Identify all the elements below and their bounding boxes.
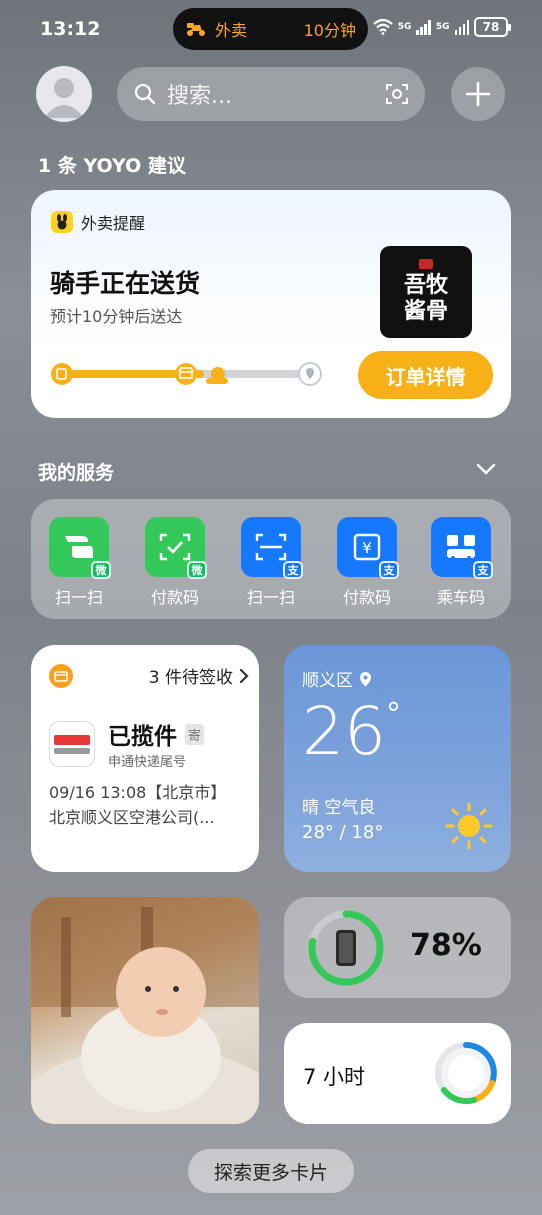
delivery-app-header: 外卖提醒 — [51, 210, 145, 234]
screen-time-label: 7 小时 — [303, 1065, 366, 1089]
parcel-status: 已揽件 寄 — [108, 717, 205, 751]
chevron-right-icon[interactable] — [239, 668, 249, 684]
battery-widget[interactable]: 78% — [284, 897, 511, 998]
island-eta: 10分钟 — [303, 21, 356, 40]
service-tile: 微 — [49, 517, 111, 579]
battery-level: 78 — [482, 20, 500, 34]
plus-icon — [465, 81, 491, 107]
delivery-card[interactable]: 外卖提醒 骑手正在送货 预计10分钟后送达 吾牧酱骨 订单详情 — [31, 190, 511, 418]
service-tile: ¥ 支 — [337, 517, 399, 579]
scan-icon[interactable] — [385, 82, 409, 106]
service-tile: 微 — [145, 517, 207, 579]
signal-icon — [454, 19, 469, 35]
scooter-icon — [187, 23, 205, 36]
battery-ring — [308, 910, 384, 986]
chevron-down-icon[interactable] — [476, 462, 496, 476]
weather-location-name: 顺义区 — [302, 671, 353, 691]
weather-temperature: 26 — [302, 693, 386, 770]
network-label-2: 5G — [435, 21, 450, 32]
explore-more-cards-button[interactable]: 探索更多卡片 — [188, 1149, 354, 1193]
kangaroo-icon — [51, 211, 73, 233]
shop-badge-icon — [419, 259, 433, 269]
delivery-progress — [51, 362, 322, 386]
parcel-pending-count: 3 件待签收 — [148, 668, 233, 688]
wechat-pay-icon — [159, 533, 191, 561]
service-label: 扫一扫 — [246, 588, 295, 607]
shop-logo: 吾牧酱骨 — [380, 246, 472, 338]
parcel-carrier: 申通快递尾号 — [108, 755, 187, 770]
shop-name: 吾牧酱骨 — [403, 273, 448, 324]
search-bar[interactable]: 搜索... — [117, 67, 425, 121]
service-tile: 支 — [431, 517, 493, 579]
wechat-scan-icon — [65, 536, 93, 558]
service-alipay-pay[interactable]: ¥ 支 付款码 — [327, 517, 407, 608]
weather-condition: 晴 空气良 — [302, 798, 376, 818]
status-icons: 5G 5G 78 — [372, 17, 511, 37]
baby-photo — [31, 897, 259, 1124]
svg-text:¥: ¥ — [362, 539, 372, 557]
services-title: 我的服务 — [38, 462, 115, 484]
screen-time-ring-icon — [435, 1042, 497, 1105]
status-time: 13:12 — [40, 18, 101, 40]
suggestion-header: 1 条 YOYO 建议 — [38, 155, 186, 177]
battery-percent: 78% — [410, 928, 482, 963]
sun-icon — [445, 802, 493, 850]
wechat-badge-icon: 微 — [187, 561, 207, 579]
parcel-card[interactable]: 3 件待签收 已揽件 寄 申通快递尾号 09/16 13:08【北京市】 北京顺… — [31, 645, 259, 872]
weather-degree: ° — [386, 697, 401, 732]
alipay-badge-icon: 支 — [379, 561, 399, 579]
service-label: 付款码 — [342, 588, 391, 607]
parcel-detail-line: 09/16 13:08【北京市】 — [49, 783, 227, 802]
location-pin-icon — [360, 671, 371, 686]
photo-widget[interactable] — [31, 897, 259, 1124]
alipay-badge-icon: 支 — [283, 561, 303, 579]
delivery-subtitle: 预计10分钟后送达 — [50, 307, 183, 326]
screen-time-widget[interactable]: 7 小时 — [284, 1023, 511, 1124]
service-tile: 支 — [241, 517, 303, 579]
service-alipay-transit[interactable]: 支 乘车码 — [421, 517, 501, 608]
service-alipay-scan[interactable]: 支 扫一扫 — [231, 517, 311, 608]
battery-icon: 78 — [474, 17, 511, 37]
sto-express-logo — [49, 721, 95, 767]
signal-icon — [416, 19, 431, 35]
parcel-status-text: 已揽件 — [108, 724, 177, 750]
weather-location: 顺义区 — [302, 666, 372, 691]
service-wechat-pay[interactable]: 微 付款码 — [135, 517, 215, 608]
island-label: 外卖 — [215, 21, 248, 40]
parcel-detail-line: 北京顺义区空港公司(... — [49, 808, 215, 827]
weather-range: 28° / 18° — [302, 822, 384, 843]
add-button[interactable] — [451, 67, 505, 121]
wechat-badge-icon: 微 — [91, 561, 111, 579]
alipay-scan-icon — [255, 533, 287, 561]
avatar[interactable] — [36, 66, 92, 122]
service-label: 乘车码 — [436, 588, 485, 607]
service-label: 付款码 — [150, 588, 199, 607]
dynamic-island-delivery[interactable]: 外卖 10分钟 — [173, 8, 368, 50]
user-icon — [44, 78, 84, 118]
delivery-title: 骑手正在送货 — [50, 269, 201, 298]
wifi-icon — [372, 19, 393, 35]
weather-card[interactable]: 顺义区 26 ° 晴 空气良 28° / 18° — [284, 645, 511, 872]
parcel-detail: 09/16 13:08【北京市】 北京顺义区空港公司(... — [49, 780, 249, 830]
order-details-button[interactable]: 订单详情 — [358, 351, 493, 399]
network-label-1: 5G — [397, 21, 412, 32]
bus-code-icon — [447, 535, 475, 560]
services-panel: 微 扫一扫 微 付款码 支 扫一扫 ¥ 支 付款码 支 乘车码 — [31, 499, 511, 619]
service-wechat-scan[interactable]: 微 扫一扫 — [39, 517, 119, 608]
search-icon — [134, 83, 156, 105]
alipay-badge-icon: 支 — [473, 561, 493, 579]
parcel-header: 3 件待签收 — [49, 663, 249, 688]
parcel-tag: 寄 — [185, 723, 205, 745]
parcel-icon — [49, 663, 73, 688]
service-label: 扫一扫 — [54, 588, 103, 607]
alipay-pay-icon: ¥ — [353, 533, 381, 561]
delivery-app-name: 外卖提醒 — [81, 214, 146, 233]
search-input[interactable]: 搜索... — [167, 78, 385, 110]
